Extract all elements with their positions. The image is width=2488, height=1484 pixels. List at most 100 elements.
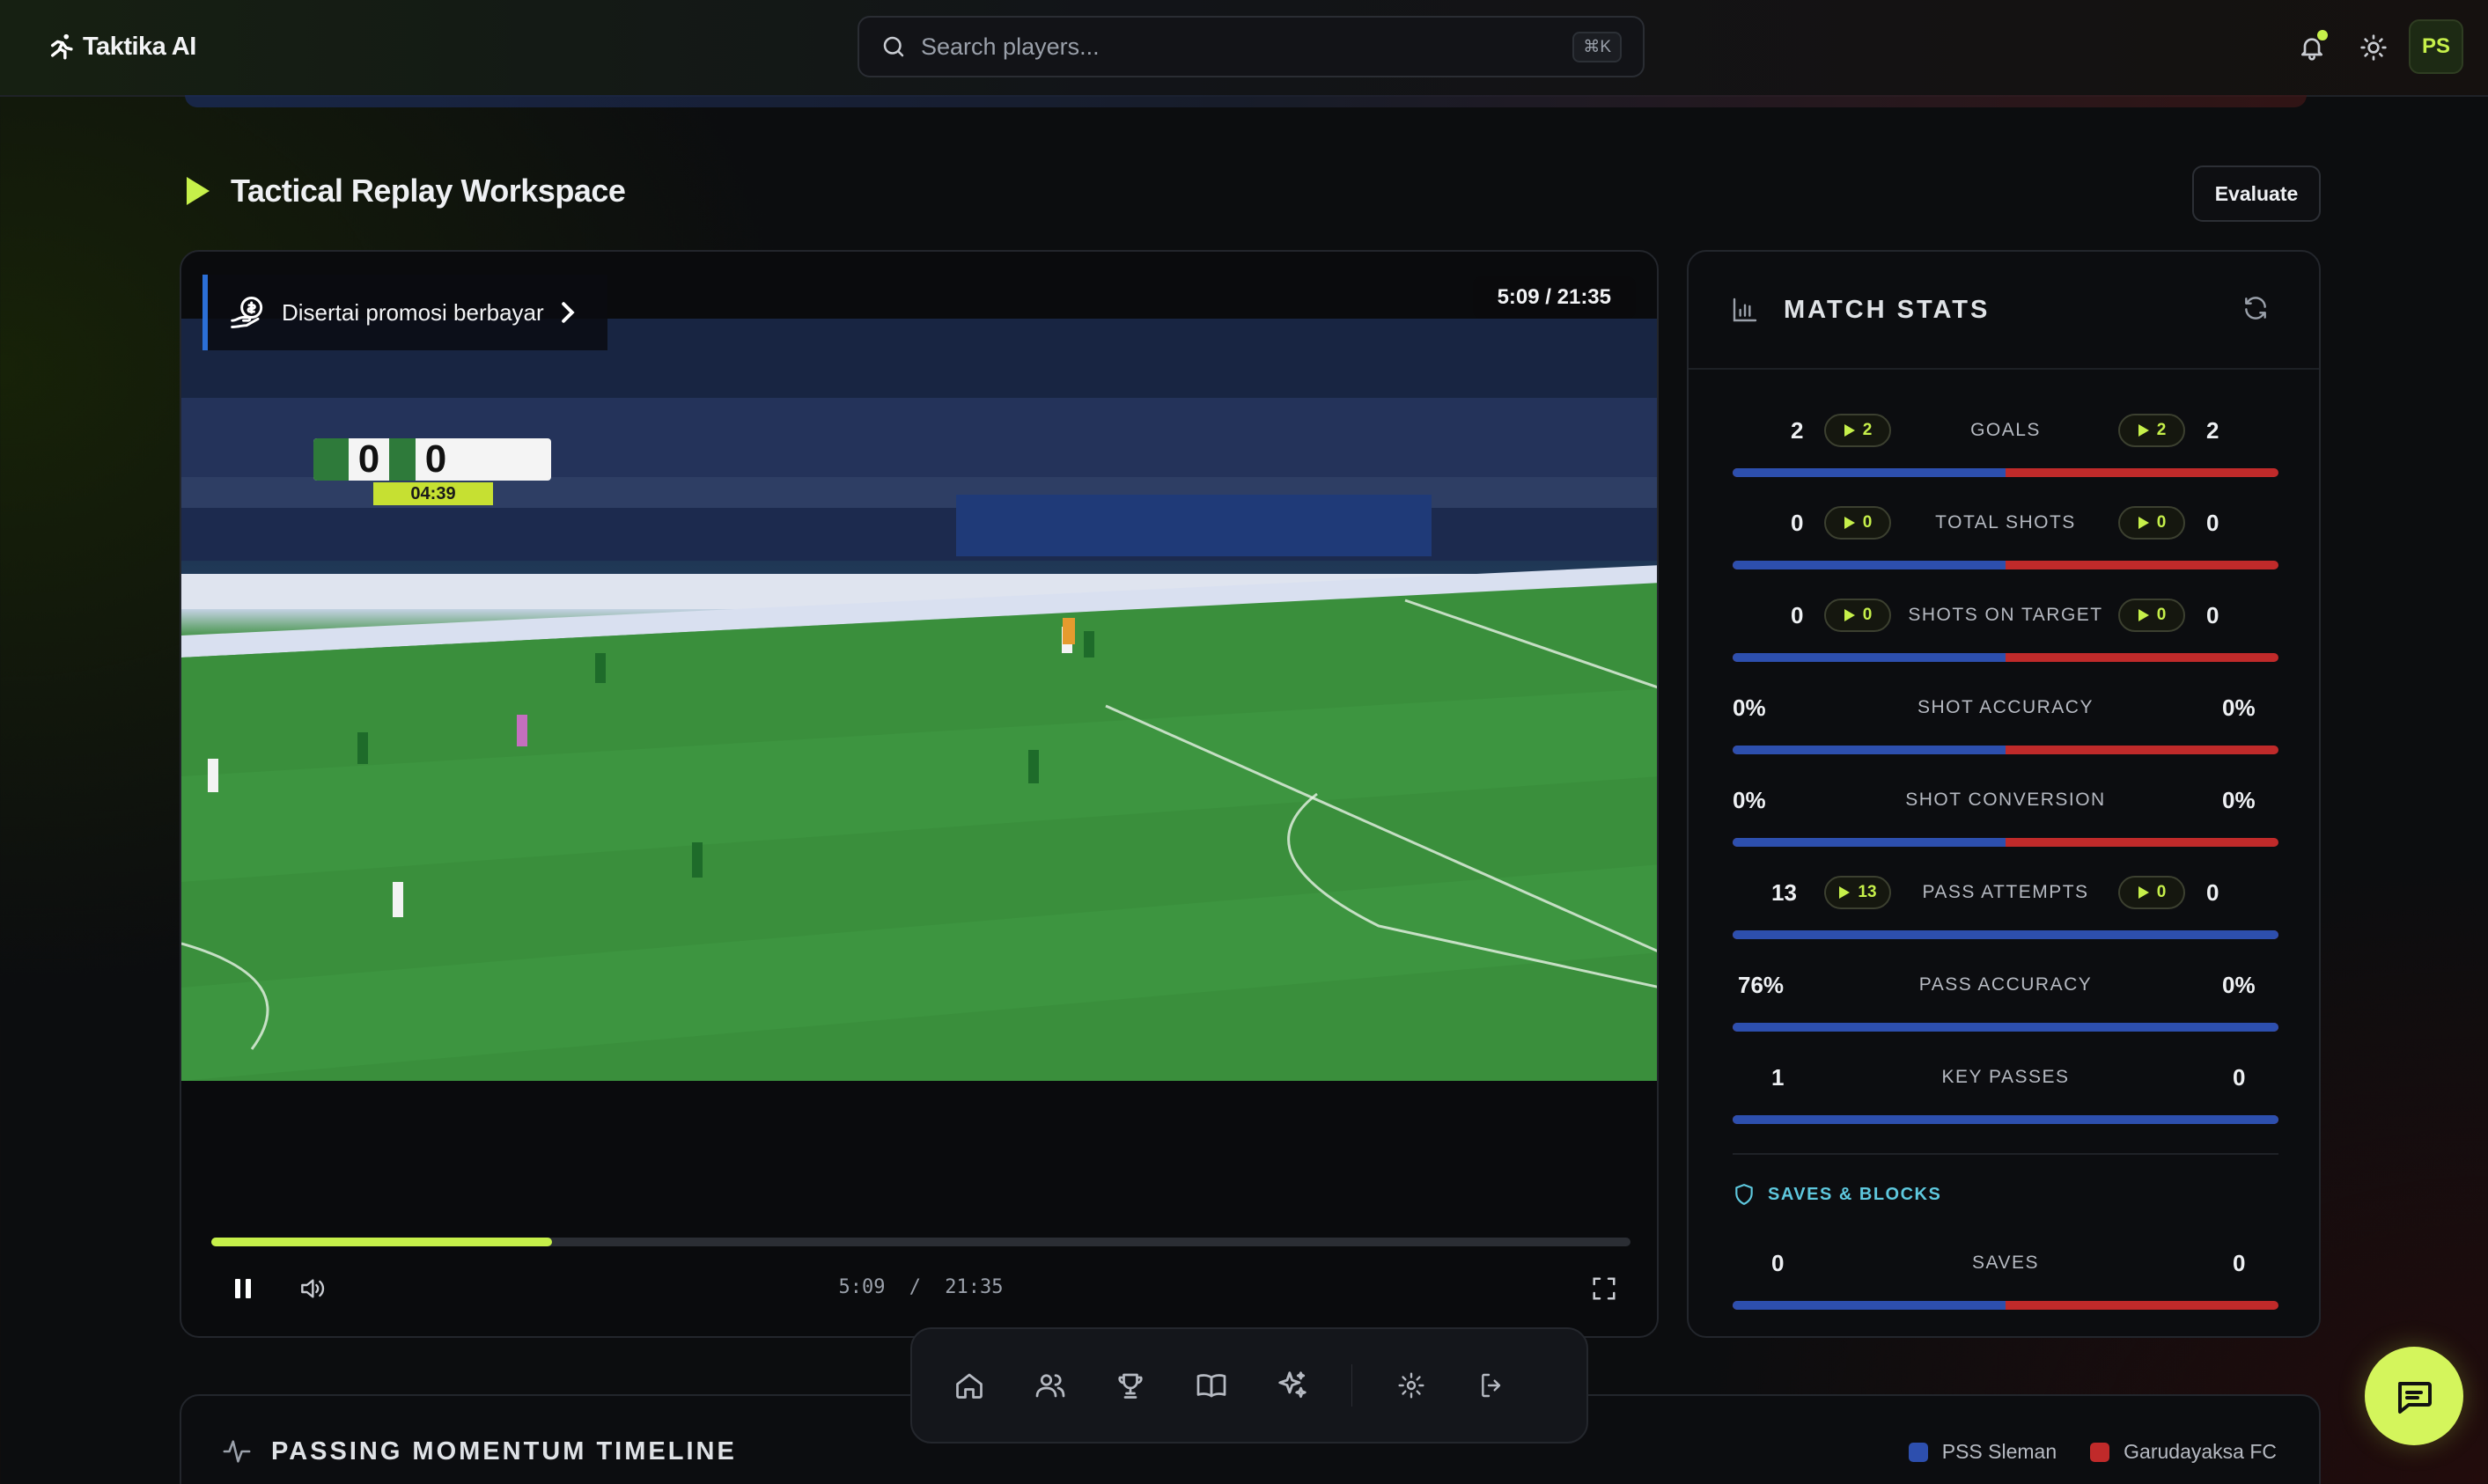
users-icon bbox=[1035, 1374, 1064, 1398]
stat-away-value: 0 bbox=[2206, 602, 2219, 628]
search-bar[interactable]: ⌘K bbox=[858, 16, 1645, 77]
video-progress-fill bbox=[211, 1238, 552, 1246]
timeline-title: PASSING MOMENTUM TIMELINE bbox=[271, 1436, 737, 1466]
home-crest bbox=[313, 438, 349, 481]
nav-logout[interactable] bbox=[1470, 1360, 1514, 1411]
timeline-header: PASSING MOMENTUM TIMELINE bbox=[222, 1436, 737, 1466]
away-clip-count: 0 bbox=[2156, 513, 2167, 532]
away-clip-chip[interactable]: 0 bbox=[2118, 599, 2185, 632]
stat-row: 0 0 SHOTS ON TARGET 0 0 bbox=[1733, 593, 2278, 672]
stat-bar-home-fill bbox=[1733, 930, 2278, 939]
legend-label-home: PSS Sleman bbox=[1941, 1440, 2057, 1463]
video-frame[interactable]: 0 0 04:39 bbox=[181, 319, 1657, 1081]
notification-dot bbox=[2317, 30, 2328, 40]
nav-ai[interactable] bbox=[1270, 1360, 1314, 1411]
header-glow-strip bbox=[185, 95, 2307, 107]
stat-row: 76% PASS ACCURACY 0% bbox=[1733, 963, 2278, 1042]
time-separator: / bbox=[909, 1276, 921, 1298]
stat-row: 2 2 GOALS 2 2 bbox=[1733, 408, 2278, 488]
nav-competitions[interactable] bbox=[1109, 1360, 1153, 1411]
chevron-right-icon bbox=[561, 302, 575, 323]
user-avatar[interactable]: PS bbox=[2409, 19, 2463, 74]
stat-label: PASS ATTEMPTS bbox=[1922, 882, 2089, 902]
stat-comparison-bar bbox=[1733, 746, 2278, 754]
away-clip-chip[interactable]: 0 bbox=[2118, 506, 2185, 540]
duration: 21:35 bbox=[945, 1276, 1004, 1298]
away-score: 0 bbox=[424, 438, 447, 481]
nav-library[interactable] bbox=[1189, 1360, 1233, 1411]
bar-chart-icon bbox=[1733, 298, 1757, 322]
away-clip-chip[interactable]: 0 bbox=[2118, 876, 2185, 909]
play-triangle-icon bbox=[187, 177, 210, 205]
sun-icon bbox=[2360, 34, 2387, 61]
stat-comparison-bar bbox=[1733, 1115, 2278, 1124]
stat-row: 13 13 PASS ATTEMPTS 0 0 bbox=[1733, 871, 2278, 950]
gear-icon bbox=[1398, 1372, 1424, 1399]
match-scoreboard: 0 0 bbox=[313, 438, 551, 481]
away-clip-count: 0 bbox=[2156, 883, 2167, 901]
playback-time: 5:09 / 21:35 bbox=[181, 1276, 1657, 1298]
stat-row: 0 SAVES 0 bbox=[1733, 1241, 2278, 1320]
paid-promotion-banner[interactable]: Disertai promosi berbayar bbox=[202, 275, 607, 350]
stat-label: SHOT CONVERSION bbox=[1905, 790, 2106, 810]
video-time-badge: 5:09 / 21:35 bbox=[1472, 276, 1636, 319]
evaluate-button[interactable]: Evaluate bbox=[2192, 165, 2321, 222]
search-shortcut-badge: ⌘K bbox=[1572, 31, 1622, 62]
stat-bar-home-fill bbox=[1733, 1023, 2278, 1032]
stat-comparison-bar bbox=[1733, 468, 2278, 477]
stat-comparison-bar bbox=[1733, 838, 2278, 847]
match-clock: 04:39 bbox=[373, 482, 493, 505]
home-icon bbox=[956, 1373, 983, 1399]
app-logo[interactable]: Taktika AI bbox=[48, 32, 196, 62]
theme-toggle-button[interactable] bbox=[2354, 28, 2393, 67]
search-input[interactable] bbox=[921, 33, 1573, 61]
match-stats-header: MATCH STATS bbox=[1689, 252, 2319, 370]
away-crest bbox=[456, 438, 551, 481]
notifications-button[interactable] bbox=[2293, 28, 2331, 67]
stat-label: KEY PASSES bbox=[1941, 1067, 2070, 1087]
page-title: Tactical Replay Workspace bbox=[231, 173, 626, 209]
away-clip-count: 0 bbox=[2156, 606, 2167, 624]
stat-row: 1 KEY PASSES 0 bbox=[1733, 1055, 2278, 1135]
top-bar: Taktika AI ⌘K PS bbox=[0, 0, 2488, 97]
stat-bar-home-fill bbox=[1733, 653, 2006, 662]
fullscreen-button[interactable] bbox=[1585, 1269, 1623, 1308]
stat-label: TOTAL SHOTS bbox=[1935, 512, 2076, 533]
logout-icon bbox=[1482, 1373, 1501, 1398]
stat-bar-home-fill bbox=[1733, 468, 2006, 477]
paid-promo-icon bbox=[231, 297, 263, 328]
legend-swatch-away bbox=[2090, 1442, 2110, 1462]
stat-bar-home-fill bbox=[1733, 561, 2006, 569]
play-icon bbox=[2138, 517, 2149, 529]
refresh-icon bbox=[2245, 297, 2266, 320]
stat-comparison-bar bbox=[1733, 1023, 2278, 1032]
stat-bar-home-fill bbox=[1733, 1301, 2006, 1310]
stat-row: 0 0 TOTAL SHOTS 0 0 bbox=[1733, 501, 2278, 580]
nav-settings[interactable] bbox=[1389, 1360, 1433, 1411]
stat-label: SAVES bbox=[1972, 1253, 2039, 1273]
football-pitch-scene bbox=[181, 319, 1657, 1081]
trophy-icon bbox=[1118, 1373, 1143, 1399]
sparkles-icon bbox=[1278, 1371, 1307, 1399]
video-progress-bar[interactable] bbox=[211, 1238, 1630, 1246]
stat-away-value: 0% bbox=[2222, 694, 2256, 721]
stat-label: SHOT ACCURACY bbox=[1918, 697, 2094, 717]
stat-away-value: 0% bbox=[2222, 972, 2256, 998]
stat-comparison-bar bbox=[1733, 653, 2278, 662]
play-icon bbox=[2138, 424, 2149, 437]
current-time: 5:09 bbox=[838, 1276, 886, 1298]
saves-blocks-header: SAVES & BLOCKS bbox=[1733, 1183, 1941, 1206]
shield-icon bbox=[1735, 1184, 1753, 1205]
refresh-button[interactable] bbox=[2241, 294, 2270, 327]
runner-logo-icon bbox=[50, 33, 73, 60]
away-clip-chip[interactable]: 2 bbox=[2118, 414, 2185, 447]
play-icon bbox=[2138, 886, 2149, 899]
match-stats-title: MATCH STATS bbox=[1784, 295, 1991, 324]
promo-text: Disertai promosi berbayar bbox=[282, 298, 544, 326]
nav-players[interactable] bbox=[1028, 1360, 1072, 1411]
chat-assistant-button[interactable] bbox=[2365, 1347, 2463, 1445]
stat-bar-home-fill bbox=[1733, 746, 2006, 754]
nav-home[interactable] bbox=[947, 1360, 991, 1411]
search-icon bbox=[883, 36, 904, 57]
activity-icon bbox=[223, 1440, 251, 1463]
